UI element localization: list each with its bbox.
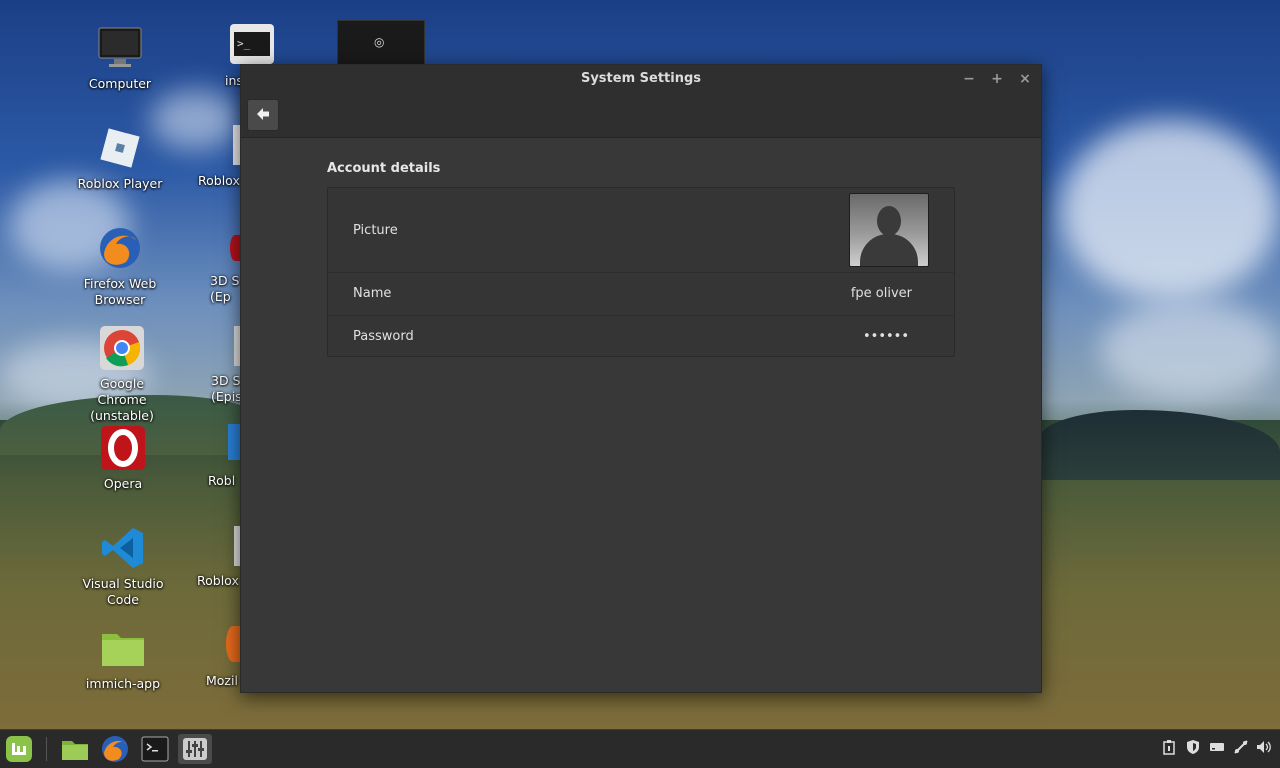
desktop-icon-label: 3D S (Epis xyxy=(211,373,242,404)
files-icon[interactable] xyxy=(60,734,90,764)
desktop-icon-label: Robl xyxy=(208,473,236,488)
window-toolbar xyxy=(241,93,1041,138)
system-settings-window: System Settings − + × Account details Pi… xyxy=(240,64,1042,693)
desktop-icon-label: immich-app xyxy=(85,676,161,691)
desktop-icon-chrome[interactable]: Google Chrome (unstable) xyxy=(72,324,172,424)
desktop-icon-opera[interactable]: Opera xyxy=(73,424,173,492)
system-tray xyxy=(1160,739,1274,757)
person-silhouette-icon xyxy=(877,206,901,236)
taskbar xyxy=(0,729,1280,768)
desktop-icon-roblox-player[interactable]: Roblox Player xyxy=(70,124,170,192)
window-titlebar[interactable]: System Settings − + × xyxy=(241,65,1041,93)
maximize-button[interactable]: + xyxy=(989,65,1005,93)
roblox-icon xyxy=(96,124,144,172)
volume-icon[interactable] xyxy=(1256,739,1274,757)
monitor-icon xyxy=(96,24,144,72)
name-value[interactable]: fpe oliver xyxy=(851,286,912,301)
arrow-left-icon xyxy=(257,108,269,120)
person-silhouette-icon xyxy=(860,234,918,266)
window-preview-thumbnail[interactable]: ◎ xyxy=(337,20,425,66)
password-row[interactable]: Password •••••• xyxy=(328,316,954,356)
desktop-icon-computer[interactable]: Computer xyxy=(70,24,170,92)
back-button[interactable] xyxy=(247,99,279,131)
password-label: Password xyxy=(353,329,414,344)
shield-icon[interactable] xyxy=(1184,739,1202,757)
cloud xyxy=(1060,120,1280,300)
desktop-icon-label: Computer xyxy=(88,76,152,91)
firefox-icon[interactable] xyxy=(226,626,240,662)
desktop-icon-label: 3D S (Ep xyxy=(210,273,240,304)
firefox-icon xyxy=(96,224,144,272)
picture-label: Picture xyxy=(353,223,398,238)
clipboard-icon[interactable] xyxy=(1160,739,1178,757)
desktop-icon-firefox[interactable]: Firefox Web Browser xyxy=(70,224,170,308)
firefox-icon[interactable] xyxy=(100,734,130,764)
network-icon[interactable] xyxy=(1232,739,1250,757)
desktop-icon-label: Firefox Web Browser xyxy=(83,276,157,307)
section-title: Account details xyxy=(327,161,441,176)
desktop-icon-label: Opera xyxy=(103,476,143,491)
desktop-icon-label: Roblox Player xyxy=(77,176,163,191)
roblox-icon[interactable] xyxy=(233,125,240,165)
app-icon[interactable] xyxy=(228,424,240,460)
spiral-icon: ◎ xyxy=(374,35,385,49)
desktop-icon-vscode[interactable]: Visual Studio Code xyxy=(73,524,173,608)
drive-icon[interactable] xyxy=(1208,739,1226,757)
chrome-icon xyxy=(98,324,146,372)
mint-menu-icon[interactable] xyxy=(4,734,34,764)
name-row[interactable]: Name fpe oliver xyxy=(328,273,954,316)
picture-row: Picture xyxy=(328,188,954,273)
desktop-icon-label: Google Chrome (unstable) xyxy=(90,376,154,423)
account-details-panel: Picture Name fpe oliver Password •••••• xyxy=(327,187,955,357)
taskbar-separator xyxy=(46,737,47,761)
close-button[interactable]: × xyxy=(1017,65,1033,93)
minimize-button[interactable]: − xyxy=(961,65,977,93)
terminal-icon[interactable] xyxy=(140,734,170,764)
avatar-button[interactable] xyxy=(849,193,929,267)
folder-icon xyxy=(99,624,147,672)
window-controls: − + × xyxy=(961,65,1033,93)
vscode-icon xyxy=(99,524,147,572)
password-value[interactable]: •••••• xyxy=(863,329,909,344)
desktop-icon-label: Visual Studio Code xyxy=(82,576,164,607)
desktop-icon-label: Roblox xyxy=(197,573,239,588)
cloud xyxy=(1100,300,1280,400)
window-title: System Settings xyxy=(580,71,702,86)
app-icon[interactable] xyxy=(230,235,240,261)
opera-icon xyxy=(99,424,147,472)
desktop-icon-immich-app[interactable]: immich-app xyxy=(73,624,173,692)
settings-icon[interactable] xyxy=(178,734,212,764)
terminal-icon[interactable]: >_ xyxy=(230,24,274,64)
name-label: Name xyxy=(353,286,392,301)
desktop-icon-label: Roblox xyxy=(198,173,240,188)
desktop-icon-label: Mozil xyxy=(206,673,238,688)
